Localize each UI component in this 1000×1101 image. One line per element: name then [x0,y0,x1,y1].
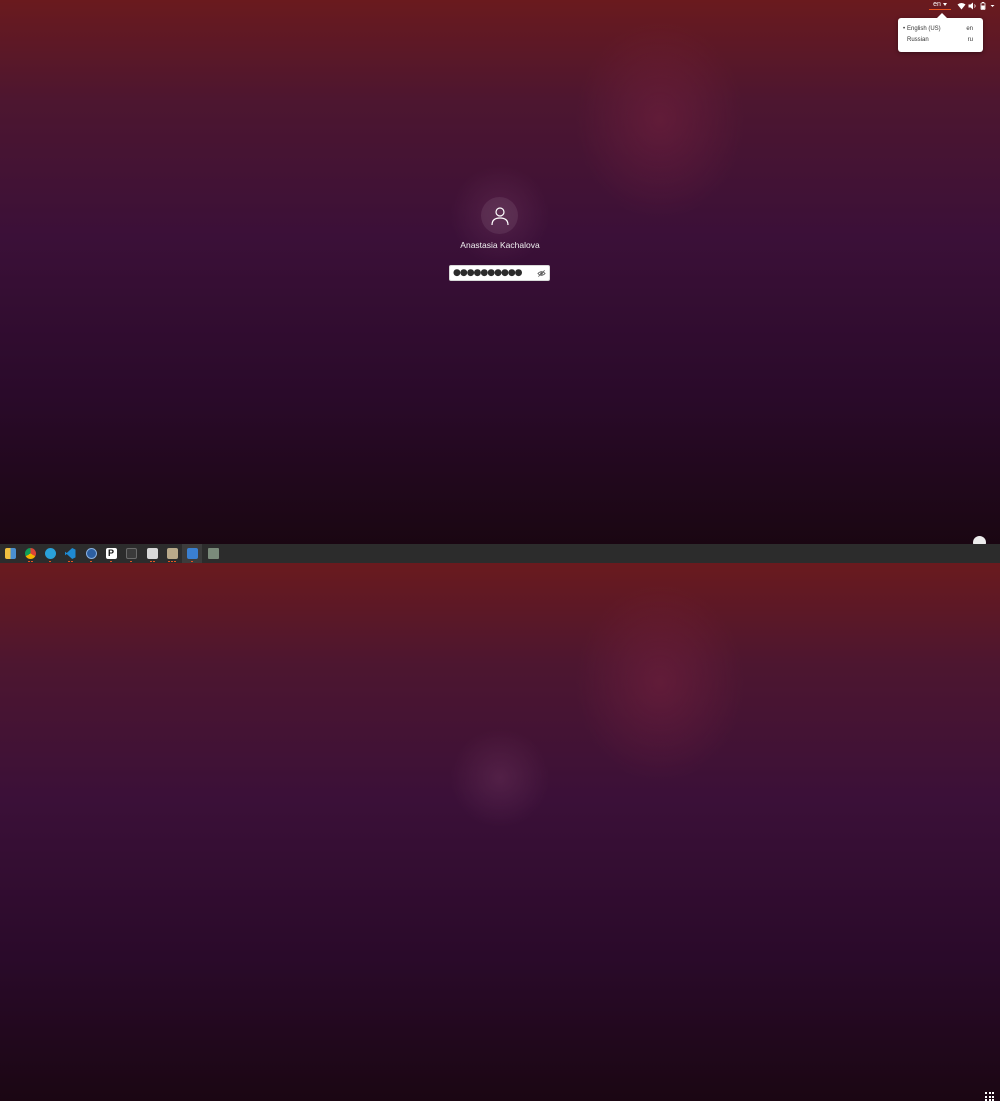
password-input[interactable] [453,266,535,280]
battery-icon[interactable] [980,0,986,11]
telegram-icon [44,548,56,559]
dock-item-pycharm[interactable]: P [101,544,121,563]
dock-item-terminal[interactable] [121,544,141,563]
dock-item-file-manager[interactable] [142,544,162,563]
volume-icon[interactable] [968,0,977,11]
user-avatar[interactable] [481,197,518,234]
text-editor-icon [186,548,198,559]
files-manager-icon [146,548,158,559]
selected-bullet-icon: • [903,26,906,32]
dock-item-trash[interactable] [203,544,223,563]
dock: P [0,544,1000,1101]
system-menu-chevron-icon[interactable] [990,0,995,11]
dock-item-files[interactable] [0,544,20,563]
trash-icon [207,548,219,559]
language-code: ru [967,37,973,43]
input-source-label: en [933,1,941,8]
language-name: Russian [907,37,929,43]
language-menu: • English (US) en Russian ru [898,13,983,52]
app-icon [85,548,97,559]
user-icon [490,206,509,225]
archive-icon [166,548,178,559]
reveal-password-icon[interactable] [537,269,546,278]
show-applications-icon[interactable] [985,1092,994,1101]
chevron-down-icon [942,3,947,6]
dock-item-vscode[interactable] [60,544,80,563]
vscode-icon [64,548,76,559]
language-code: en [966,26,973,32]
language-name: English (US) [907,26,941,32]
terminal-icon [125,548,137,559]
dock-item-telegram[interactable] [40,544,60,563]
dock-item-chrome[interactable] [20,544,40,563]
dock-item-archive[interactable] [162,544,182,563]
dock-item-app[interactable] [81,544,101,563]
network-icon[interactable] [957,0,966,11]
username-label: Anastasia Kachalova [460,240,540,250]
language-item-english[interactable]: • English (US) en [898,24,983,35]
language-item-russian[interactable]: Russian ru [898,35,983,46]
dock-item-text-editor[interactable] [182,544,202,563]
files-icon [4,548,16,559]
pycharm-icon: P [105,548,117,559]
chrome-icon [24,548,36,559]
input-source-indicator[interactable]: en [929,0,951,10]
password-field[interactable] [449,265,550,281]
